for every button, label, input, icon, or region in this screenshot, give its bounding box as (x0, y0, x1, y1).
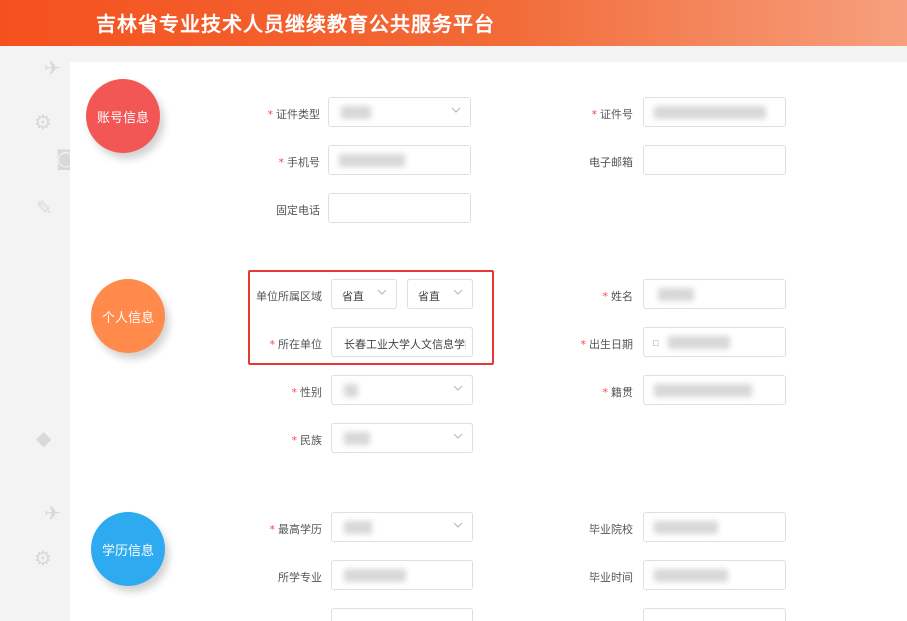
grad-time-label: 毕业时间 (589, 571, 633, 584)
email-label: 电子邮箱 (589, 156, 633, 169)
section-education-badge: 学历信息 (91, 512, 165, 586)
calendar-icon: ▫ (652, 336, 660, 349)
gear-icon: ⚙ (34, 546, 52, 570)
pencil-icon: ✎ (36, 196, 53, 220)
major-input[interactable] (331, 560, 473, 590)
section-account-label: 账号信息 (96, 110, 149, 126)
birth-date-input[interactable]: ▫ (643, 327, 786, 357)
ethnicity-select[interactable] (331, 423, 473, 453)
id-number-label: * 证件号 (591, 108, 634, 121)
name-label: * 姓名 (602, 290, 634, 303)
id-number-input[interactable] (643, 97, 786, 127)
chevron-down-icon (453, 522, 463, 528)
rocket-icon: ✈ (44, 56, 61, 80)
native-place-label: * 籍贯 (602, 386, 634, 399)
ethnicity-label: * 民族 (291, 434, 323, 447)
extra-select-partial[interactable] (331, 608, 473, 621)
grad-time-input[interactable] (643, 560, 786, 590)
chevron-down-icon (453, 433, 463, 439)
section-personal-label: 个人信息 (101, 310, 154, 326)
gender-select[interactable] (331, 375, 473, 405)
highest-degree-label: * 最高学历 (269, 523, 323, 536)
school-input[interactable] (643, 512, 786, 542)
highlight-box (248, 270, 494, 365)
landline-input[interactable] (328, 193, 471, 223)
birth-date-label: * 出生日期 (580, 338, 634, 351)
id-type-select[interactable] (328, 97, 471, 127)
chevron-down-icon (453, 385, 463, 391)
extra-input-partial[interactable] (643, 608, 786, 621)
name-input[interactable] (643, 279, 786, 309)
landline-label: 固定电话 (276, 204, 320, 217)
school-label: 毕业院校 (589, 523, 633, 536)
header-bar: 吉林省专业技术人员继续教育公共服务平台 (0, 0, 907, 46)
major-label: 所学专业 (278, 571, 322, 584)
rocket-icon: ✈ (44, 501, 61, 525)
phone-input[interactable] (328, 145, 471, 175)
graduation-cap-icon: ◆ (36, 426, 52, 450)
gender-label: * 性别 (291, 386, 323, 399)
phone-label: * 手机号 (278, 156, 321, 169)
page-title: 吉林省专业技术人员继续教育公共服务平台 (96, 12, 495, 36)
gear-icon: ⚙ (34, 110, 52, 134)
chevron-down-icon (451, 107, 461, 113)
section-education-label: 学历信息 (101, 543, 154, 559)
highest-degree-select[interactable] (331, 512, 473, 542)
native-place-input[interactable] (643, 375, 786, 405)
section-account-badge: 账号信息 (86, 79, 160, 153)
section-personal-badge: 个人信息 (91, 279, 165, 353)
id-type-label: * 证件类型 (267, 108, 321, 121)
email-input[interactable] (643, 145, 786, 175)
decorative-sidebar: ✈ ⚙ ◙ ✎ ◆ ✈ ⚙ (0, 46, 75, 621)
